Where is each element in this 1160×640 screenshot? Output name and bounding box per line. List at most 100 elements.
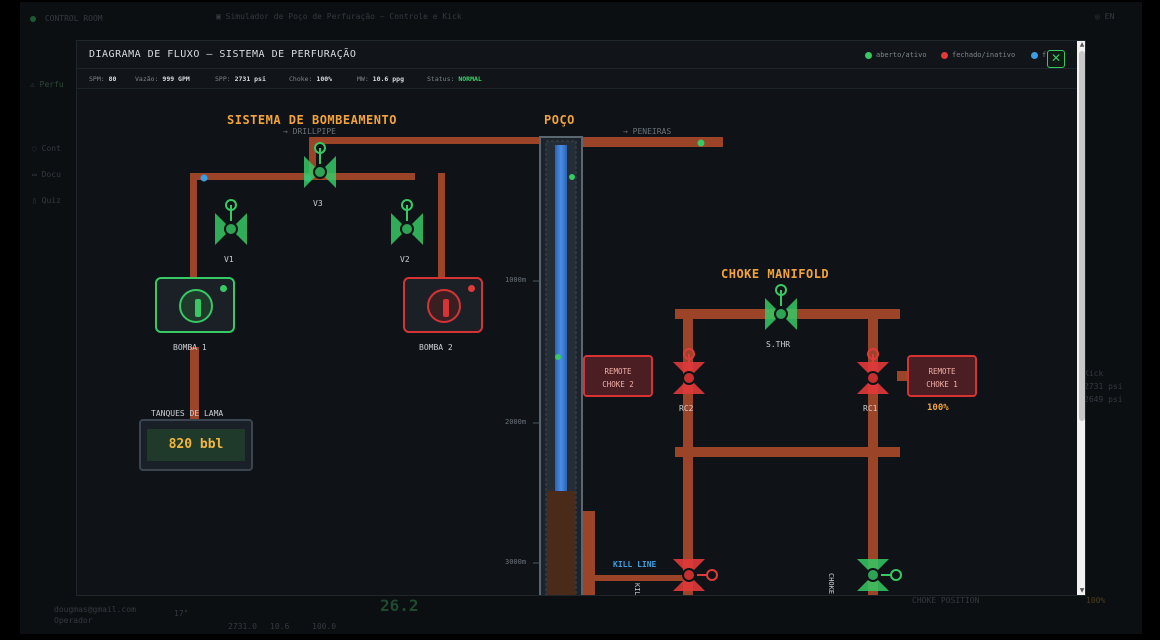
pump-1-indicator-icon xyxy=(195,299,201,317)
kill-valve-label: KILL xyxy=(633,583,641,596)
sidebar-item-label: Quiz xyxy=(41,196,61,205)
pipe-to-well xyxy=(309,137,539,144)
valve-v3-icon[interactable] xyxy=(304,142,336,188)
legend-open: aberto/ativo xyxy=(865,51,927,59)
sidebar-active-label: Perfu xyxy=(39,80,64,89)
user-email: dougmas@gmail.com xyxy=(54,605,136,614)
valve-v3-label: V3 xyxy=(313,199,323,208)
sidebar-item-0[interactable]: ◌ Cont xyxy=(32,144,61,153)
remote-choke-2-button[interactable]: REMOTE CHOKE 2 xyxy=(583,355,653,397)
scroll-up-icon[interactable]: ▲ xyxy=(1078,41,1085,49)
pumping-system-title: SISTEMA DE BOMBEAMENTO xyxy=(227,113,397,127)
modal-title: DIAGRAMA DE FLUXO — SISTEMA DE PERFURAÇÃ… xyxy=(89,49,357,60)
brand-dot-icon xyxy=(30,15,36,22)
remote-choke-1-line2: CHOKE 1 xyxy=(926,380,958,389)
stat-label: SPP: xyxy=(215,75,231,83)
pump-2-icon xyxy=(427,289,461,323)
active-dot-icon xyxy=(569,174,575,180)
pipe-manifold-mid xyxy=(675,447,900,457)
stat-label: Choke: xyxy=(289,75,313,83)
pump-1-icon xyxy=(179,289,213,323)
valve-v2-label: V2 xyxy=(400,255,410,264)
sidebar-item-label: Cont xyxy=(41,144,61,153)
stat-flow: Vazão: 999 GPM xyxy=(135,75,190,83)
footer-value-0: 2731.0 xyxy=(228,622,257,631)
pipe-pump1-riser xyxy=(190,173,197,279)
choke-position-label: CHOKE POSITION xyxy=(912,596,980,605)
stat-value: 10.6 ppg xyxy=(372,75,404,83)
pump-1-status-dot-icon xyxy=(220,285,227,292)
language-label: EN xyxy=(1104,12,1115,21)
language-toggle[interactable]: ◎ EN xyxy=(1095,12,1114,21)
active-dot-icon xyxy=(555,354,561,360)
valve-rc1-label: RC1 xyxy=(863,404,878,413)
remote-choke-1-line1: REMOTE xyxy=(928,367,956,376)
flow-dot-icon xyxy=(200,174,208,182)
stat-label: SPM: xyxy=(89,75,105,83)
scroll-thumb[interactable] xyxy=(1079,51,1085,421)
right-panel-line-1: 2731 psi xyxy=(1084,382,1123,391)
kill-line-label: KILL LINE xyxy=(613,560,657,569)
footer-value-2: 100.0 xyxy=(312,622,337,631)
stat-choke: Choke: 100% xyxy=(289,75,332,83)
sidebar-item-active[interactable]: ⚠ Perfu xyxy=(30,80,64,89)
pump-2[interactable] xyxy=(403,277,483,333)
mud-tank-label: TANQUES DE LAMA xyxy=(151,409,224,418)
pipe-pump2-riser xyxy=(438,173,445,279)
open-hole xyxy=(547,491,575,595)
pipe-kill-line xyxy=(583,575,693,581)
remote-choke-1-button[interactable]: REMOTE CHOKE 1 xyxy=(907,355,977,397)
choke-valve-label: CHOKE xyxy=(827,573,835,595)
valve-v1-icon[interactable] xyxy=(215,199,247,245)
modal-scrollbar[interactable]: ▲ ▼ xyxy=(1077,41,1085,595)
modal-header: DIAGRAMA DE FLUXO — SISTEMA DE PERFURAÇÃ… xyxy=(77,41,1077,69)
legend-open-label: aberto/ativo xyxy=(876,51,927,59)
valve-v1-label: V1 xyxy=(224,255,234,264)
scroll-down-icon[interactable]: ▼ xyxy=(1078,587,1085,595)
valve-rc1-icon[interactable] xyxy=(857,348,889,394)
depth-label-1000: 1000m xyxy=(505,276,527,284)
sidebar-item-2[interactable]: ▯ Quiz xyxy=(32,196,61,205)
status-value: NORMAL xyxy=(458,75,482,83)
stat-status: Status: NORMAL xyxy=(427,75,482,83)
valve-rc2-icon[interactable] xyxy=(673,348,705,394)
stat-label: Vazão: xyxy=(135,75,159,83)
stat-label: MW: xyxy=(357,75,369,83)
brand-name: CONTROL ROOM xyxy=(44,14,103,23)
stat-value: 2731 psi xyxy=(234,75,266,83)
window-title: ▣ Simulador de Poço de Perfuração — Cont… xyxy=(216,12,462,21)
choke-manifold-title: CHOKE MANIFOLD xyxy=(721,267,830,281)
depth-label-2000: 2000m xyxy=(505,418,527,426)
sidebar-item-label: Docu xyxy=(41,170,61,179)
mud-tank: 820 bbl xyxy=(139,419,253,471)
stat-spm: SPM: 80 xyxy=(89,75,116,83)
window-title-text: Simulador de Poço de Perfuração — Contro… xyxy=(225,12,462,21)
sidebar-item-1[interactable]: ▭ Docu xyxy=(32,170,61,179)
legend-closed-dot-icon xyxy=(941,51,948,59)
shakers-label: → PENEIRAS xyxy=(623,127,672,136)
legend-fluid-dot-icon xyxy=(1031,51,1038,59)
legend-open-dot-icon xyxy=(865,51,872,59)
user-role: Operador xyxy=(54,616,93,625)
pump-1[interactable] xyxy=(155,277,235,333)
screen: CONTROL ROOM ▣ Simulador de Poço de Perf… xyxy=(0,0,1160,640)
footer-big-value: 26.2 xyxy=(380,596,419,615)
clipboard-icon: ▯ xyxy=(32,196,42,205)
bit-size: 17" xyxy=(174,609,189,618)
stat-mw: MW: 10.6 ppg xyxy=(357,75,404,83)
legend-closed: fechado/inativo xyxy=(941,51,1015,59)
pump-2-label: BOMBA 2 xyxy=(419,343,453,352)
pipe-pump-header xyxy=(190,173,415,180)
valve-rc2-label: RC2 xyxy=(679,404,694,413)
close-button[interactable]: ✕ xyxy=(1047,50,1065,68)
stat-value: 80 xyxy=(108,75,117,83)
valve-choke-icon[interactable] xyxy=(857,559,902,591)
legend-fluid: f xyxy=(1031,51,1046,59)
valve-v2-icon[interactable] xyxy=(391,199,423,245)
valve-sthr-icon[interactable] xyxy=(765,284,797,330)
window-icon: ▣ xyxy=(216,12,226,21)
footer-value-1: 10.6 xyxy=(270,622,290,631)
mud-tank-volume: 820 bbl xyxy=(147,429,245,461)
wellbore xyxy=(533,136,583,595)
flow-diagram: SISTEMA DE BOMBEAMENTO → DRILLPIPE POÇO … xyxy=(77,89,1077,596)
